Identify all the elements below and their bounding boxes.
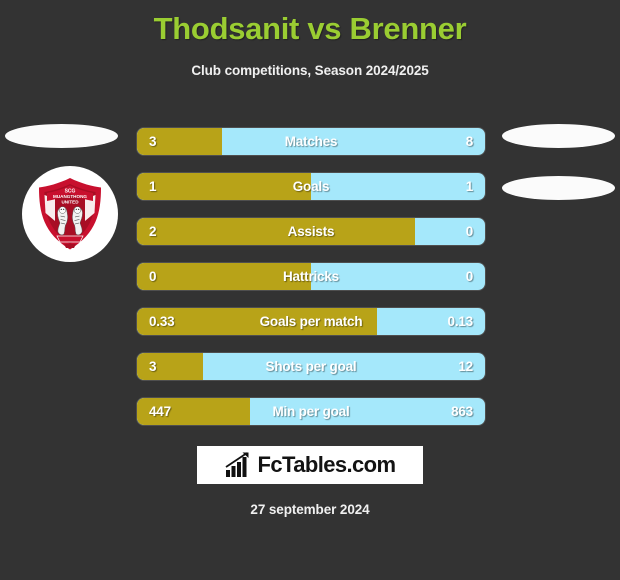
stat-label: Min per goal bbox=[272, 404, 350, 419]
scg-muangthong-united-badge-icon: SCG MUANGTHONG UNITED bbox=[36, 175, 104, 253]
stat-label: Goals per match bbox=[259, 314, 363, 329]
player-photo-left-top bbox=[5, 124, 118, 148]
stat-label: Matches bbox=[284, 134, 338, 149]
stat-row: 1 Goals 1 bbox=[137, 173, 485, 200]
page-subtitle: Club competitions, Season 2024/2025 bbox=[191, 63, 429, 79]
stats-comparison-bars: 3 Matches 8 1 Goals 1 2 Assists 0 0 Hattricks 0 0.33… bbox=[137, 128, 485, 443]
stat-label: Assists bbox=[287, 224, 335, 239]
stat-row: 3 Matches 8 bbox=[137, 128, 485, 155]
club-badge: SCG MUANGTHONG UNITED bbox=[22, 166, 118, 262]
stat-away-value: 0 bbox=[465, 224, 474, 239]
generated-date: 27 september 2024 bbox=[250, 502, 370, 517]
stat-away-value: 0.13 bbox=[447, 314, 474, 329]
fctables-logo[interactable]: FcTables.com bbox=[197, 446, 423, 484]
player-photo-right-top bbox=[502, 124, 615, 148]
player-photo-right-mid bbox=[502, 176, 615, 200]
stat-row: 0.33 Goals per match 0.13 bbox=[137, 308, 485, 335]
stat-row: 0 Hattricks 0 bbox=[137, 263, 485, 290]
header: Thodsanit vs Brenner Club competitions, … bbox=[0, 0, 620, 78]
stat-away-value: 8 bbox=[465, 134, 474, 149]
svg-text:MUANGTHONG: MUANGTHONG bbox=[53, 194, 87, 199]
stat-row: 2 Assists 0 bbox=[137, 218, 485, 245]
stat-label: Shots per goal bbox=[265, 359, 357, 374]
stat-away-value: 0 bbox=[465, 269, 474, 284]
page-title: Thodsanit vs Brenner bbox=[153, 11, 467, 46]
stat-away-value: 863 bbox=[451, 404, 473, 419]
stat-row: 447 Min per goal 863 bbox=[137, 398, 485, 425]
stat-away-value: 1 bbox=[465, 179, 474, 194]
svg-text:UNITED: UNITED bbox=[61, 200, 79, 205]
bar-chart-growth-icon bbox=[225, 452, 249, 477]
stat-away-value: 12 bbox=[458, 359, 473, 374]
stat-label: Goals bbox=[292, 179, 330, 194]
stat-label: Hattricks bbox=[283, 269, 339, 284]
fctables-logo-text: FcTables.com bbox=[257, 452, 396, 477]
stat-row: 3 Shots per goal 12 bbox=[137, 353, 485, 380]
